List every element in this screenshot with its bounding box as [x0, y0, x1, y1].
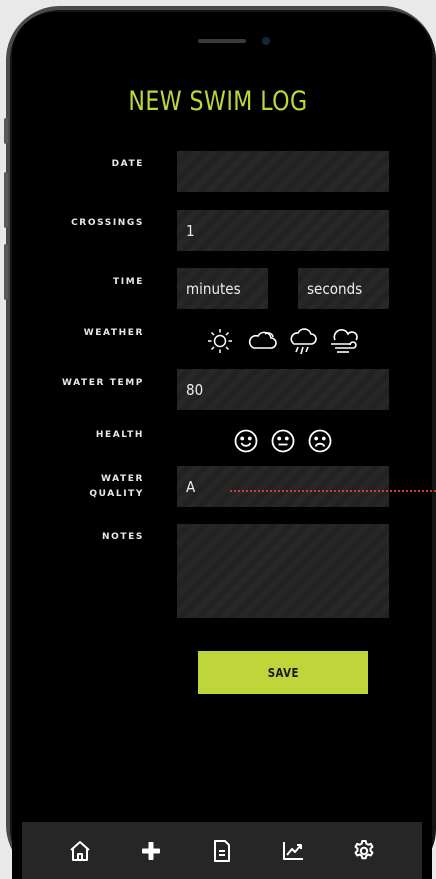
frown-icon[interactable] — [306, 427, 334, 455]
rain-icon[interactable] — [286, 326, 320, 358]
bottom-nav — [22, 822, 422, 879]
water-temp-value: 80 — [186, 380, 204, 399]
home-icon[interactable] — [60, 831, 100, 871]
chart-icon[interactable] — [273, 831, 313, 871]
seconds-field[interactable]: seconds — [298, 268, 389, 309]
weather-label: WEATHER — [83, 328, 144, 338]
page-title: NEW SWIM LOG — [128, 86, 308, 117]
minutes-field[interactable]: minutes — [177, 268, 268, 309]
water-quality-label-line1: WATER — [100, 474, 144, 484]
crossings-value: 1 — [186, 221, 195, 240]
side-button — [4, 118, 8, 144]
smile-icon[interactable] — [232, 427, 260, 455]
seconds-placeholder: seconds — [307, 279, 363, 298]
cloud-icon[interactable] — [245, 326, 279, 356]
water-quality-value: A — [186, 477, 196, 496]
water-temp-field[interactable]: 80 — [177, 369, 389, 410]
date-label: DATE — [111, 159, 144, 169]
neutral-face-icon[interactable] — [269, 427, 297, 455]
wind-icon[interactable] — [326, 326, 362, 356]
crossings-field[interactable]: 1 — [177, 210, 389, 251]
plus-icon[interactable] — [131, 831, 171, 871]
side-button — [4, 244, 8, 300]
document-icon[interactable] — [202, 831, 242, 871]
notes-field[interactable] — [177, 524, 389, 618]
water-quality-label-line2: QUALITY — [89, 489, 144, 499]
save-button-label: SAVE — [267, 665, 299, 680]
gear-icon[interactable] — [344, 831, 384, 871]
save-button[interactable]: SAVE — [198, 651, 368, 694]
speaker-notch — [198, 39, 246, 43]
water-temp-label: WATER TEMP — [62, 378, 144, 388]
sun-icon[interactable] — [205, 326, 235, 356]
water-quality-label: WATER QUALITY — [0, 472, 144, 502]
minutes-placeholder: minutes — [186, 279, 241, 298]
date-field[interactable] — [177, 151, 389, 192]
annotation-line — [230, 490, 436, 492]
time-label: TIME — [113, 277, 144, 287]
front-camera — [262, 37, 270, 45]
water-quality-field[interactable]: A — [177, 466, 389, 507]
health-label: HEALTH — [95, 430, 144, 440]
crossings-label: CROSSINGS — [71, 218, 144, 228]
notes-label: NOTES — [102, 532, 144, 542]
app-screen — [12, 12, 432, 879]
